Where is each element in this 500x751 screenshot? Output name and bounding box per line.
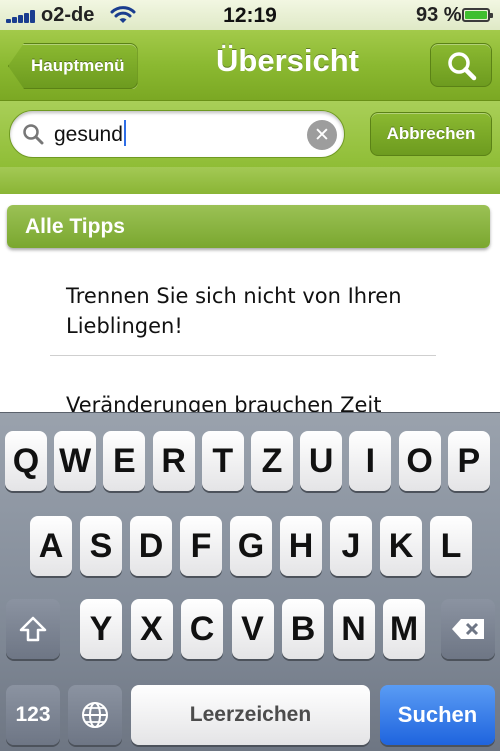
key-j[interactable]: J — [330, 516, 372, 576]
battery-percent: 93 % — [416, 4, 462, 26]
key-m[interactable]: M — [383, 599, 425, 659]
header-strip — [0, 167, 500, 194]
cancel-button[interactable]: Abbrechen — [370, 112, 492, 156]
key-f[interactable]: F — [180, 516, 222, 576]
key-k[interactable]: K — [380, 516, 422, 576]
magnifier-icon — [23, 124, 44, 145]
key-x[interactable]: X — [130, 599, 173, 659]
key-e[interactable]: E — [103, 431, 146, 491]
status-bar: o2-de 12:19 93 % — [0, 0, 500, 30]
search-bar: gesund ✕ Abbrechen — [0, 101, 500, 167]
globe-key[interactable] — [68, 685, 122, 745]
key-z[interactable]: Z — [251, 431, 293, 491]
key-q[interactable]: Q — [5, 431, 47, 491]
clear-search-button[interactable]: ✕ — [307, 120, 337, 150]
list-divider — [50, 355, 436, 356]
keyboard: 123 Leerzeichen Suchen QWERTZUIOP ASDFGHJ… — [0, 412, 500, 751]
key-a[interactable]: A — [30, 516, 72, 576]
key-h[interactable]: H — [280, 516, 322, 576]
space-key[interactable]: Leerzeichen — [131, 685, 370, 745]
delete-icon — [452, 619, 484, 639]
shift-key[interactable] — [6, 599, 60, 659]
key-c[interactable]: C — [181, 599, 223, 659]
navigation-bar: Hauptmenü Übersicht — [0, 30, 500, 101]
key-t[interactable]: T — [201, 431, 244, 491]
key-w[interactable]: W — [54, 431, 97, 491]
key-r[interactable]: R — [152, 431, 195, 491]
search-icon — [448, 52, 477, 81]
key-d[interactable]: D — [130, 516, 172, 576]
key-g[interactable]: G — [230, 516, 272, 576]
shift-icon — [19, 616, 47, 642]
key-u[interactable]: U — [300, 431, 343, 491]
page-title: Übersicht — [216, 43, 359, 78]
key-y[interactable]: Y — [80, 599, 122, 659]
search-submit-key[interactable]: Suchen — [380, 685, 495, 745]
back-button[interactable]: Hauptmenü — [8, 43, 138, 89]
delete-key[interactable] — [441, 599, 495, 659]
key-i[interactable]: I — [349, 431, 392, 491]
key-b[interactable]: B — [282, 599, 324, 659]
globe-icon — [82, 702, 108, 728]
key-l[interactable]: L — [430, 516, 472, 576]
key-o[interactable]: O — [398, 431, 441, 491]
key-n[interactable]: N — [332, 599, 375, 659]
search-query: gesund — [54, 123, 123, 146]
search-input[interactable]: gesund ✕ — [9, 110, 345, 158]
list-item[interactable]: Trennen Sie sich nicht von Ihren Lieblin… — [66, 281, 426, 341]
clear-icon: ✕ — [314, 124, 330, 146]
key-s[interactable]: S — [80, 516, 122, 576]
battery-icon — [462, 8, 493, 22]
numbers-key[interactable]: 123 — [6, 685, 60, 745]
text-caret — [123, 120, 126, 146]
search-button[interactable] — [430, 43, 492, 87]
key-v[interactable]: V — [231, 599, 274, 659]
key-p[interactable]: P — [447, 431, 490, 491]
section-header: Alle Tipps — [7, 205, 490, 248]
